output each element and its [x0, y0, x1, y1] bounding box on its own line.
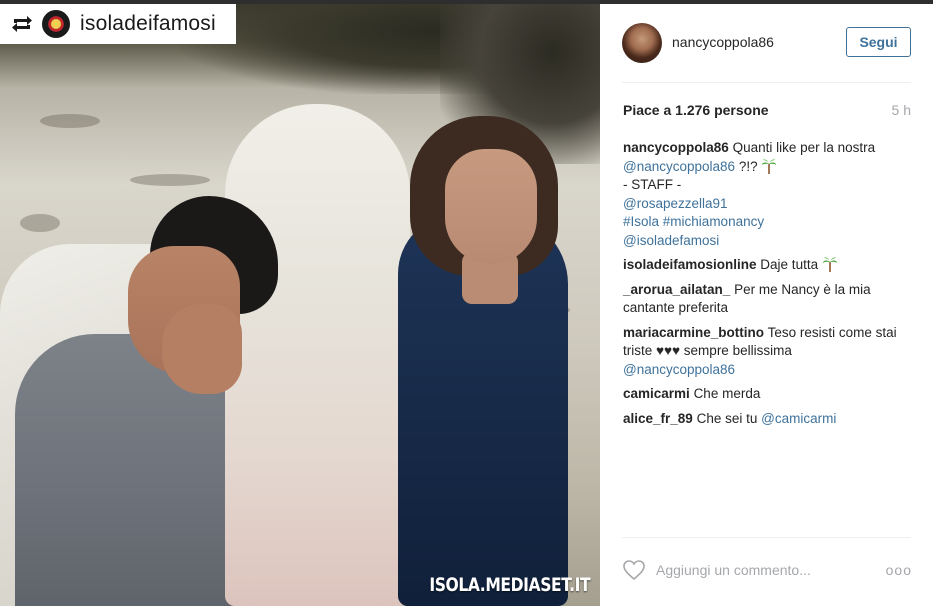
comment-divider: [622, 537, 911, 538]
heart-icon[interactable]: [622, 559, 646, 581]
hashtag-michiamonancy[interactable]: #michiamonancy: [663, 214, 764, 229]
caption-mention-rosa[interactable]: @rosapezzella91: [623, 195, 913, 214]
comment-item: _arorua_ailatan_ Per me Nancy è la mia c…: [623, 281, 913, 318]
hashtag-isola[interactable]: #Isola: [623, 214, 659, 229]
comment-item: mariacarmine_bottino Teso resisti come s…: [623, 324, 913, 380]
sand-spot: [20, 214, 60, 232]
more-options-icon[interactable]: ooo: [886, 562, 912, 578]
comment-username[interactable]: isoladeifamosionline: [623, 257, 757, 272]
author-username[interactable]: nancycoppola86: [672, 34, 774, 50]
repost-account-name[interactable]: isoladeifamosi: [80, 12, 216, 36]
comment-bar: Aggiungi un commento... ooo: [622, 557, 912, 583]
comment-username[interactable]: camicarmi: [623, 386, 690, 401]
comment-text: Daje tutta: [760, 257, 819, 272]
repost-badge[interactable]: isoladeifamosi: [0, 4, 236, 44]
caption-staff: - STAFF -: [623, 177, 682, 192]
author-avatar[interactable]: [622, 23, 662, 63]
comment-mention[interactable]: @nancycoppola86: [623, 361, 913, 380]
comment-username[interactable]: _arorua_ailatan_: [623, 282, 730, 297]
caption-mention-isola[interactable]: @isoladefamosi: [623, 232, 913, 251]
header-divider: [622, 82, 911, 83]
veiled-person: [225, 104, 410, 606]
palm-tree-emoji-icon: [822, 257, 837, 272]
post-photo[interactable]: ISOLA.MEDIASET.IT: [0, 4, 600, 606]
post-header: nancycoppola86 Segui: [600, 4, 933, 82]
comment-text: Che merda: [693, 386, 761, 401]
palm-tree-emoji-icon: [762, 158, 777, 174]
caption-mention[interactable]: @nancycoppola86: [623, 159, 735, 174]
right-person-face: [445, 149, 537, 264]
repost-icon: [10, 13, 34, 35]
comments-list: nancycoppola86 Quanti like per la nostra…: [623, 139, 913, 434]
follow-button[interactable]: Segui: [846, 27, 911, 57]
comment-username[interactable]: mariacarmine_bottino: [623, 325, 764, 340]
caption-text: Quanti like per la nostra: [732, 140, 876, 155]
photo-watermark: ISOLA.MEDIASET.IT: [429, 574, 590, 596]
comment-username[interactable]: alice_fr_89: [623, 411, 693, 426]
comment-item: alice_fr_89 Che sei tu @camicarmi: [623, 410, 913, 429]
post-side-panel: nancycoppola86 Segui Piace a 1.276 perso…: [600, 4, 933, 606]
comment-item: camicarmi Che merda: [623, 385, 913, 404]
sand-spot: [130, 174, 210, 186]
repost-account-avatar[interactable]: [42, 10, 70, 38]
add-comment-input[interactable]: Aggiungi un commento...: [656, 562, 886, 578]
caption: nancycoppola86 Quanti like per la nostra…: [623, 139, 913, 250]
comment-mention[interactable]: @camicarmi: [761, 411, 836, 426]
left-person-hand: [162, 304, 242, 394]
caption-text-end: ?!?: [738, 158, 758, 174]
sand-spot: [40, 114, 100, 128]
likes-count[interactable]: Piace a 1.276 persone: [623, 102, 769, 118]
comment-item: isoladeifamosionline Daje tutta: [623, 256, 913, 275]
comment-text: Che sei tu: [696, 410, 758, 426]
caption-username[interactable]: nancycoppola86: [623, 140, 729, 155]
post-time[interactable]: 5 h: [892, 102, 911, 118]
